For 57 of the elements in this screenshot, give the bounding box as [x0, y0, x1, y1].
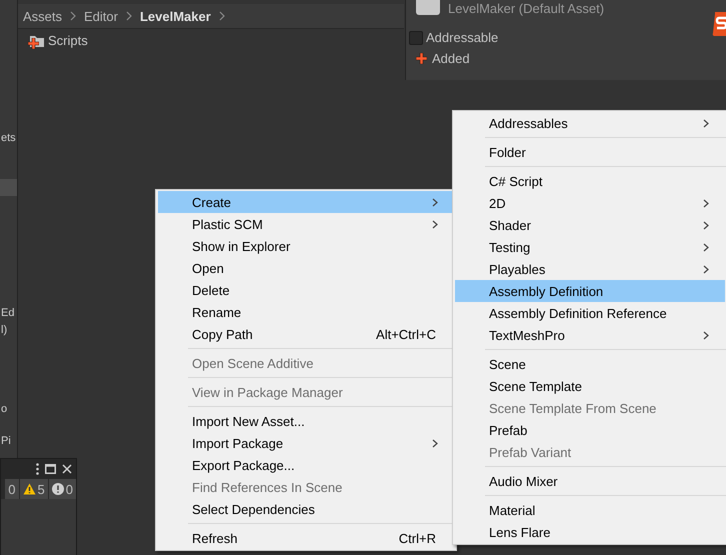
- menu-item[interactable]: Select Dependencies: [158, 498, 454, 520]
- menu-item[interactable]: Material: [455, 499, 725, 521]
- panel-label: Pi: [1, 435, 11, 447]
- chevron-icon: [126, 11, 132, 21]
- warning-icon: [22, 483, 36, 495]
- asset-icon: [416, 0, 440, 15]
- menu-item[interactable]: Refresh Ctrl+R: [158, 527, 454, 549]
- menu-item[interactable]: Assembly Definition: [455, 280, 725, 302]
- maximize-icon[interactable]: [45, 464, 56, 474]
- menu-item[interactable]: Addressables: [455, 112, 725, 134]
- menu-item[interactable]: Export Package...: [158, 454, 454, 476]
- close-icon[interactable]: [62, 464, 72, 474]
- menu-item[interactable]: Create: [158, 191, 454, 213]
- menu-item[interactable]: Folder: [455, 141, 725, 163]
- menu-item[interactable]: Shader: [455, 214, 725, 236]
- project-asset-entry[interactable]: Scripts: [28, 33, 404, 48]
- panel-label: Ed: [1, 307, 14, 319]
- menu-item[interactable]: Audio Mixer: [455, 470, 725, 492]
- console-count-toggle[interactable]: 5: [20, 479, 48, 499]
- menu-item[interactable]: Lens Flare: [455, 521, 725, 543]
- menu-item[interactable]: Scene Template: [455, 375, 725, 397]
- panel-label: ets: [1, 132, 16, 144]
- checkbox-label: Addressable: [426, 30, 498, 45]
- menu-item[interactable]: Testing: [455, 236, 725, 258]
- breadcrumb-item[interactable]: Editor: [84, 8, 118, 24]
- input-method-icon: [712, 12, 726, 36]
- menu-item[interactable]: Import Package: [158, 432, 454, 454]
- added-plus-icon: [416, 53, 427, 64]
- more-options-icon[interactable]: [36, 463, 39, 475]
- menu-item[interactable]: Plastic SCM: [158, 213, 454, 235]
- menu-item[interactable]: Copy Path Alt+Ctrl+C: [158, 323, 454, 345]
- menu-item[interactable]: 2D: [455, 192, 725, 214]
- selected-row-highlight: [0, 179, 17, 196]
- added-plus-icon: [28, 38, 39, 49]
- menu-item[interactable]: Rename: [158, 301, 454, 323]
- panel-label: l): [1, 324, 8, 336]
- checkbox[interactable]: [409, 30, 423, 44]
- console-count-toggle[interactable]: 0: [5, 479, 19, 499]
- menu-item[interactable]: Show in Explorer: [158, 235, 454, 257]
- asset-title: LevelMaker (Default Asset): [448, 1, 604, 16]
- error-icon: [52, 483, 64, 495]
- menu-item[interactable]: Scene: [455, 353, 725, 375]
- menu-item[interactable]: Delete: [158, 279, 454, 301]
- panel-label: o: [1, 403, 8, 415]
- menu-item[interactable]: Playables: [455, 258, 725, 280]
- status-label: Added: [432, 51, 470, 66]
- breadcrumb-item[interactable]: Assets: [23, 8, 62, 24]
- chevron-icon: [70, 11, 76, 21]
- menu-item[interactable]: Prefab: [455, 419, 725, 441]
- chevron-icon: [218, 11, 225, 21]
- console-count-toggle[interactable]: 0: [48, 479, 76, 499]
- menu-item[interactable]: Import New Asset...: [158, 410, 454, 432]
- menu-item[interactable]: Assembly Definition Reference: [455, 302, 725, 324]
- menu-item[interactable]: C# Script: [455, 170, 725, 192]
- menu-item[interactable]: Open: [158, 257, 454, 279]
- menu-item[interactable]: TextMeshPro: [455, 324, 725, 346]
- breadcrumb-item[interactable]: LevelMaker: [140, 8, 211, 24]
